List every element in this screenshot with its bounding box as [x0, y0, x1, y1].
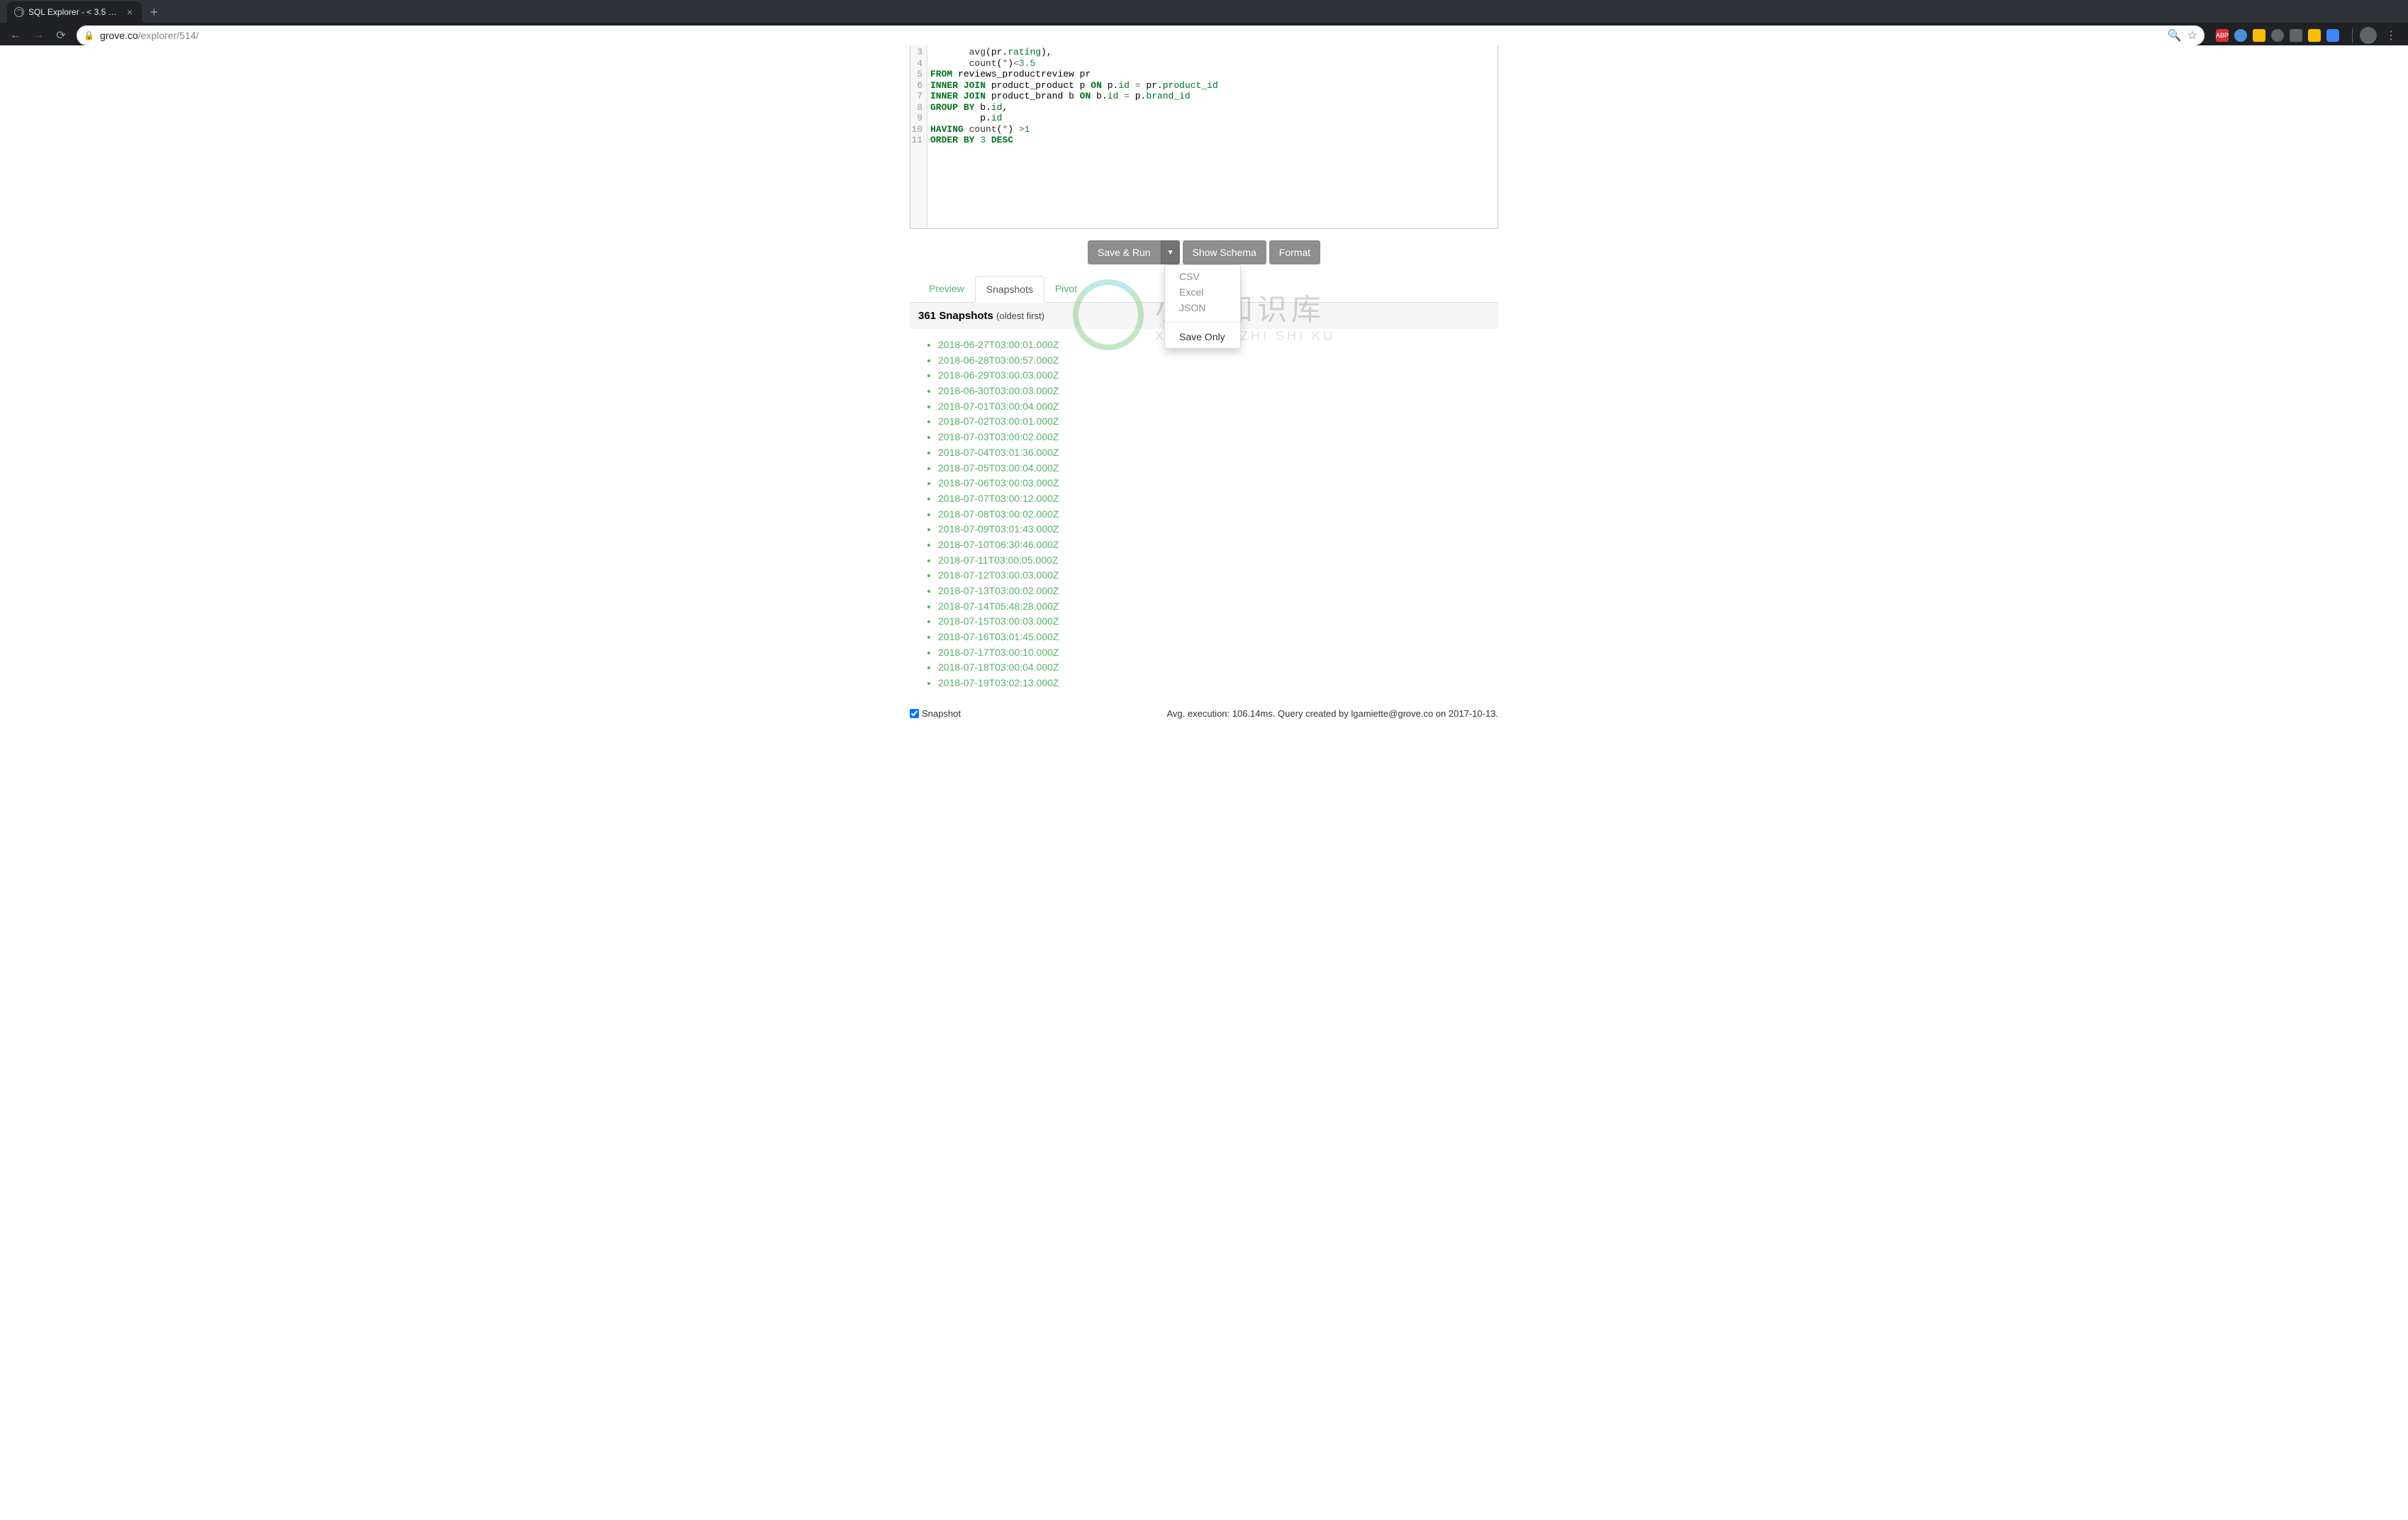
- snapshot-link[interactable]: 2018-07-16T03:01:45.000Z: [938, 630, 1490, 645]
- new-tab-button[interactable]: +: [142, 1, 167, 23]
- snapshot-link[interactable]: 2018-07-02T03:00:01.000Z: [938, 414, 1490, 430]
- code-line[interactable]: avg(pr.rating),: [930, 47, 1495, 58]
- extension-icon[interactable]: [2326, 29, 2339, 42]
- code-line[interactable]: p.id: [930, 113, 1495, 124]
- url-bar[interactable]: 🔒 grove.co/explorer/514/ 🔍 ☆: [77, 26, 2204, 45]
- dropdown-save-only[interactable]: Save Only: [1165, 329, 1240, 345]
- snapshot-link[interactable]: 2018-06-28T03:00:57.000Z: [938, 353, 1490, 369]
- line-gutter: 34567891011: [910, 45, 927, 228]
- snapshot-link[interactable]: 2018-07-15T03:00:03.000Z: [938, 614, 1490, 630]
- nav-bar: ← → ⟳ 🔒 grove.co/explorer/514/ 🔍 ☆ ABP ⋮: [0, 23, 2408, 48]
- snapshot-checkbox-label[interactable]: Snapshot: [910, 708, 961, 719]
- page: 34567891011 avg(pr.rating), count(*)<3.5…: [0, 45, 2408, 1520]
- chrome-menu-icon[interactable]: ⋮: [2380, 28, 2402, 43]
- code-body[interactable]: avg(pr.rating), count(*)<3.5FROM reviews…: [927, 45, 1498, 228]
- dropdown-json[interactable]: JSON: [1165, 300, 1240, 315]
- footer-status: Avg. execution: 106.14ms. Query created …: [1166, 708, 1498, 719]
- snapshot-link[interactable]: 2018-07-05T03:00:04.000Z: [938, 461, 1490, 476]
- code-line[interactable]: HAVING count(*) >1: [930, 124, 1495, 135]
- extension-icon[interactable]: [2271, 29, 2284, 42]
- snapshot-link[interactable]: 2018-07-14T05:48:28.000Z: [938, 599, 1490, 615]
- code-line[interactable]: ORDER BY 3 DESC: [930, 135, 1495, 146]
- dropdown-csv[interactable]: CSV: [1165, 269, 1240, 284]
- snapshot-link[interactable]: 2018-07-19T03:02:13.000Z: [938, 676, 1490, 691]
- globe-icon: [14, 7, 24, 17]
- snapshot-link[interactable]: 2018-07-18T03:00:04.000Z: [938, 660, 1490, 676]
- code-line[interactable]: INNER JOIN product_product p ON p.id = p…: [930, 80, 1495, 91]
- code-line[interactable]: FROM reviews_productreview pr: [930, 69, 1495, 80]
- search-icon[interactable]: 🔍: [2168, 28, 2182, 43]
- snapshot-link[interactable]: 2018-07-10T06:30:46.000Z: [938, 537, 1490, 553]
- browser-chrome: SQL Explorer - < 3.5 product re × + ← → …: [0, 0, 2408, 45]
- divider: [2352, 28, 2353, 43]
- tab-preview[interactable]: Preview: [918, 276, 975, 302]
- close-icon[interactable]: ×: [125, 7, 135, 17]
- snapshot-link[interactable]: 2018-06-29T03:00:03.000Z: [938, 368, 1490, 384]
- forward-button[interactable]: →: [28, 26, 48, 45]
- url-text: grove.co/explorer/514/: [100, 30, 2162, 41]
- show-schema-button[interactable]: Show Schema: [1183, 240, 1266, 264]
- extension-icon[interactable]: [2308, 29, 2321, 42]
- snapshot-link[interactable]: 2018-07-03T03:00:02.000Z: [938, 430, 1490, 445]
- save-run-group: Save & Run ▼: [1088, 240, 1180, 264]
- abp-extension-icon[interactable]: ABP: [2216, 29, 2229, 42]
- browser-tab[interactable]: SQL Explorer - < 3.5 product re ×: [7, 1, 142, 23]
- dropdown-excel[interactable]: Excel: [1165, 284, 1240, 300]
- extension-icon[interactable]: [2253, 29, 2265, 42]
- export-dropdown: CSV Excel JSON Save Only: [1164, 264, 1241, 349]
- snapshot-link[interactable]: 2018-07-17T03:00:10.000Z: [938, 645, 1490, 661]
- snapshot-link[interactable]: 2018-07-08T03:00:02.000Z: [938, 507, 1490, 522]
- snapshot-link[interactable]: 2018-07-01T03:00:04.000Z: [938, 399, 1490, 415]
- extension-icon[interactable]: [2234, 29, 2247, 42]
- footer: Snapshot Avg. execution: 106.14ms. Query…: [910, 700, 1498, 727]
- lock-icon: 🔒: [84, 30, 94, 40]
- snapshot-link[interactable]: 2018-07-09T03:01:43.000Z: [938, 522, 1490, 537]
- snapshot-link[interactable]: 2018-07-12T03:00:03.000Z: [938, 568, 1490, 583]
- snapshot-checkbox[interactable]: [910, 709, 919, 718]
- snapshot-link[interactable]: 2018-06-30T03:00:03.000Z: [938, 384, 1490, 399]
- snapshots-count: 361 Snapshots: [918, 310, 993, 322]
- tab-bar: SQL Explorer - < 3.5 product re × +: [0, 0, 2408, 23]
- snapshot-list: 2018-06-27T03:00:01.000Z2018-06-28T03:00…: [910, 329, 1498, 700]
- tab-title: SQL Explorer - < 3.5 product re: [28, 7, 121, 17]
- snapshot-link[interactable]: 2018-07-07T03:00:12.000Z: [938, 491, 1490, 507]
- code-line[interactable]: count(*)<3.5: [930, 58, 1495, 69]
- sql-editor[interactable]: 34567891011 avg(pr.rating), count(*)<3.5…: [910, 45, 1498, 229]
- format-button[interactable]: Format: [1269, 240, 1320, 264]
- snapshot-link[interactable]: 2018-07-13T03:00:02.000Z: [938, 583, 1490, 599]
- reload-button[interactable]: ⟳: [51, 26, 71, 45]
- tab-snapshots[interactable]: Snapshots: [975, 276, 1044, 303]
- snapshots-order: (oldest first): [996, 311, 1044, 321]
- code-line[interactable]: INNER JOIN product_brand b ON b.id = p.b…: [930, 91, 1495, 102]
- action-bar: Save & Run ▼ Show Schema Format CSV Exce…: [910, 229, 1498, 276]
- extension-icons: ABP: [2210, 29, 2345, 42]
- dropdown-divider: [1165, 322, 1240, 323]
- tab-pivot[interactable]: Pivot: [1044, 276, 1088, 302]
- main-container: 34567891011 avg(pr.rating), count(*)<3.5…: [910, 45, 1498, 700]
- code-line[interactable]: GROUP BY b.id,: [930, 102, 1495, 113]
- snapshot-link[interactable]: 2018-07-04T03:01:36.000Z: [938, 445, 1490, 461]
- extension-icon[interactable]: [2290, 29, 2302, 42]
- snapshot-link[interactable]: 2018-07-11T03:00:05.000Z: [938, 553, 1490, 569]
- snapshot-link[interactable]: 2018-07-06T03:00:03.000Z: [938, 476, 1490, 491]
- save-run-dropdown-toggle[interactable]: ▼: [1161, 240, 1180, 264]
- profile-avatar[interactable]: [2360, 27, 2377, 44]
- star-icon[interactable]: ☆: [2187, 28, 2197, 43]
- back-button[interactable]: ←: [6, 26, 26, 45]
- save-run-button[interactable]: Save & Run: [1088, 240, 1161, 264]
